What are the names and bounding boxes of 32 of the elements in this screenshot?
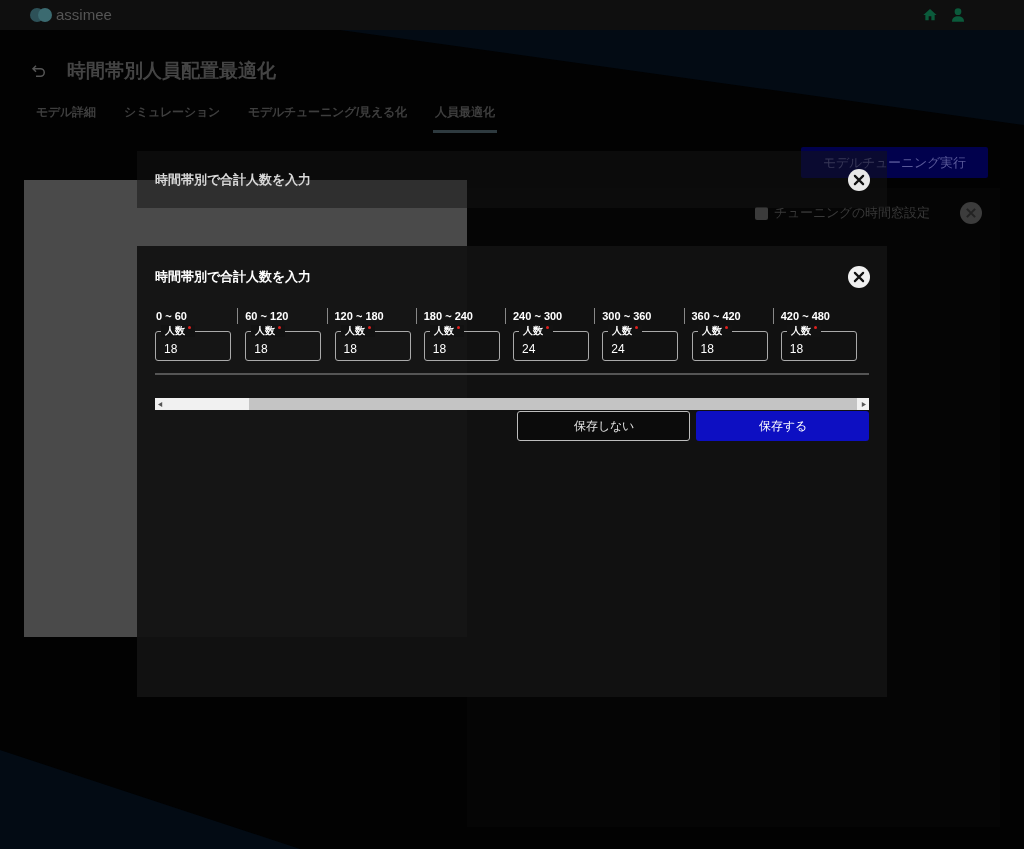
save-button[interactable]: 保存する (696, 411, 869, 441)
time-range-label: 60 ~ 120 (245, 308, 289, 324)
time-range-label: 0 ~ 60 (156, 308, 187, 324)
dialog-title: 時間帯別で合計人数を入力 (155, 170, 311, 189)
field-label: 人数 (251, 325, 286, 337)
checkbox[interactable] (755, 206, 768, 220)
field-label: 人数 (161, 325, 195, 337)
home-icon[interactable] (922, 7, 938, 23)
scroll-right-icon[interactable] (860, 401, 866, 407)
field-label: 人数 (429, 325, 464, 337)
field-label: 人数 (608, 325, 643, 337)
field-label: 人数 (519, 325, 553, 337)
dialog-title: 時間帯別で合計人数を入力 (155, 268, 311, 287)
time-range-label: 120 ~ 180 (334, 308, 384, 324)
back-icon[interactable] (30, 62, 48, 80)
page-title: 時間帯別人員配置最適化 (67, 58, 276, 83)
user-icon[interactable] (950, 7, 966, 23)
time-range-label: 300 ~ 360 (602, 308, 652, 324)
cancel-button[interactable]: 保存しない (517, 411, 690, 441)
time-range-label: 180 ~ 240 (423, 308, 473, 324)
logo-text: assimee (56, 4, 112, 25)
field-label: 人数 (786, 325, 821, 337)
logo-icon (30, 7, 52, 23)
scroll-left-icon[interactable] (158, 401, 163, 407)
horizontal-scrollbar[interactable] (155, 398, 869, 410)
time-range-label: 420 ~ 480 (780, 308, 830, 324)
time-range-label: 240 ~ 300 (513, 308, 563, 324)
field-label: 人数 (340, 325, 375, 337)
close-icon[interactable] (848, 266, 870, 288)
time-range-label: 360 ~ 420 (691, 308, 741, 324)
field-label: 人数 (697, 325, 732, 337)
close-icon[interactable] (848, 168, 870, 191)
